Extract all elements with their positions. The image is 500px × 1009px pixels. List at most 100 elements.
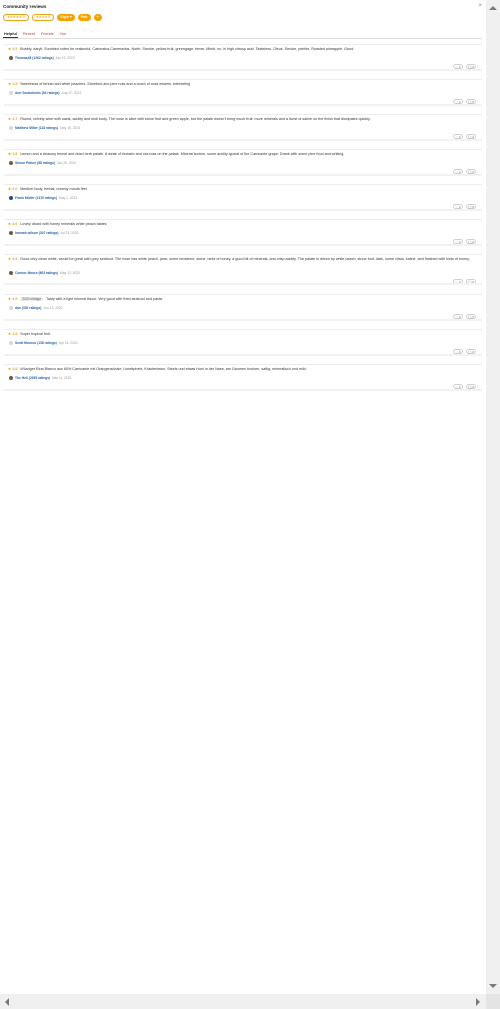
comment-button[interactable]: ◯ 0 [466,204,476,209]
reviewer-name[interactable]: hannah wilson (307 ratings) [15,231,58,235]
review-text-block: ★ 3.7 Round, velvety wine with oasis, aci… [8,117,474,123]
avatar[interactable] [9,126,13,130]
like-button[interactable]: ♡ 0 [453,349,463,354]
review-date: Apr 13, 2023 [55,56,75,60]
review-score: ★ 3.5 [8,297,18,301]
review-text: Bubbly, daryll. Sundried notes for realw… [20,47,355,51]
review-meta: hannah wilson (307 ratings) Jul 23, 2023 [9,231,78,235]
review-actions: ♡ 0 ◯ 0 [453,384,476,389]
style-filter-button[interactable]: Style ▾ [57,13,75,21]
review-actions: ♡ 0 ◯ 0 [453,134,476,139]
reviewer-name[interactable]: dan (352 ratings) [15,306,41,310]
reviewer-name[interactable]: Matthew Miller (118 ratings) [15,126,58,130]
like-button[interactable]: ♡ 0 [453,384,463,389]
review-actions: ♡ 0 ◯ 0 [453,314,476,319]
comment-button[interactable]: ◯ 0 [466,314,476,319]
review-text-block: ★ 3.8 Würziger Etna Bianco aus 60% Carric… [8,367,474,373]
review-score: ★ 3.7 [8,117,18,121]
tab-you[interactable]: You [59,31,67,38]
like-button[interactable]: ♡ 0 [453,134,463,139]
reviewer-name[interactable]: Simon Parker (88 ratings) [15,161,55,165]
scroll-left-icon[interactable] [5,998,9,1006]
scroll-right-icon[interactable] [476,998,480,1006]
add-filter-button[interactable]: + [93,13,102,21]
comment-button[interactable]: ◯ 0 [466,64,476,69]
like-button[interactable]: ♡ 0 [453,204,463,209]
review-date: May 18, 2023 [60,126,81,130]
reviewer-name[interactable]: Frank Müller (1376 ratings) [15,196,57,200]
avatar[interactable] [9,376,13,380]
star-icon: ★★★★★ [7,15,22,19]
like-button[interactable]: ♡ 0 [453,314,463,319]
avatar[interactable] [9,161,13,165]
tab-helpful[interactable]: Helpful [3,31,18,38]
scroll-up-icon[interactable] [489,6,497,10]
reviewer-name[interactable]: Ann Souksbehis (54 ratings) [15,91,60,95]
review-score: ★ 3.5 [8,152,18,156]
avatar[interactable] [9,341,13,345]
review-text: Lemon and a treasury fennel and dried he… [20,152,345,156]
avatar[interactable] [9,91,13,95]
reviewer-name[interactable]: The Heli (2455 ratings) [15,376,50,380]
review-text-block: ★ 4.0 Medium body, herbal, creamy mouth f… [8,187,474,193]
panel-header: Community reviews × [3,3,482,12]
review-text-block: ★ 2.5 Sweetness of fennel and white peach… [8,82,474,88]
avatar[interactable] [9,271,13,275]
like-button[interactable]: ♡ 0 [453,169,463,174]
rating-min-filter[interactable]: ★★★★★ 0 [3,13,29,21]
close-icon[interactable]: × [478,3,482,9]
review-text-block: ★ 3.5 Lemon and a treasury fennel and dri… [8,152,474,158]
comment-button[interactable]: ◯ 0 [466,169,476,174]
tab-friends[interactable]: Friends [40,31,55,38]
comment-button[interactable]: ◯ 0 [466,384,476,389]
rating-max-value: 0 [48,15,51,19]
review-text: Round, velvety wine with oasis, acidity … [20,117,371,121]
star-icon: ★★★★ [35,15,48,19]
review-item: ★ 3.0 Lovely dhard with honey minerals wh… [4,219,482,246]
review-score: ★ 3.5 [8,47,18,51]
review-date: Jul 23, 2023 [60,231,79,235]
reviewer-name[interactable]: Thomas48 (1262 ratings) [15,56,54,60]
comment-button[interactable]: ◯ 0 [466,239,476,244]
like-button[interactable]: ♡ 0 [453,279,463,284]
vintage-chip: 2020 vintage [20,297,44,302]
comment-button[interactable]: ◯ 0 [466,134,476,139]
like-button[interactable]: ♡ 0 [453,99,463,104]
review-actions: ♡ 0 ◯ 0 [453,279,476,284]
reviewer-name[interactable]: Connor Moore (863 ratings) [15,271,58,275]
comment-button[interactable]: ◯ 0 [466,279,476,284]
review-text: Lovely dhard with honey minerals white p… [20,222,107,226]
like-button[interactable]: ♡ 0 [453,239,463,244]
review-date: Apr 16, 2023 [58,341,78,345]
reviewer-name[interactable]: Scott Mooroo (138 ratings) [15,341,57,345]
review-score: ★ 4.5 [8,257,18,261]
pub-filter-button[interactable]: Pub [77,13,91,21]
review-date: Mar 11, 2023 [52,376,72,380]
scroll-down-icon[interactable] [489,984,497,988]
review-text: Sweetness of fennel and white peaches. S… [20,82,191,86]
review-text: Tasty with a light mineral flavor. Very … [46,297,163,301]
review-item: ★ 4.0 Medium body, herbal, creamy mouth f… [4,184,482,211]
like-button[interactable]: ♡ 0 [453,64,463,69]
review-actions: ♡ 0 ◯ 0 [453,239,476,244]
avatar[interactable] [9,56,13,60]
review-item: ★ 3.5 Super tropical fruit Scott Mooroo (1… [4,329,482,356]
vertical-scrollbar[interactable] [486,0,500,994]
review-meta: Matthew Miller (118 ratings) May 18, 2023 [9,126,80,130]
horizontal-scrollbar[interactable] [0,994,486,1009]
review-item: ★ 3.8 Würziger Etna Bianco aus 60% Carric… [4,364,482,391]
comment-button[interactable]: ◯ 0 [466,99,476,104]
review-item: ★ 3.5 2020 vintage Tasty with a light mine… [4,294,482,321]
review-text: Würziger Etna Bianco aus 60% Carricante … [20,367,307,371]
tab-recent[interactable]: Recent [22,31,36,38]
avatar[interactable] [9,306,13,310]
review-item: ★ 2.5 Sweetness of fennel and white peach… [4,79,482,106]
avatar[interactable] [9,231,13,235]
review-score: ★ 4.0 [8,187,18,191]
review-tabs: Helpful Recent Friends You [3,30,67,38]
review-text-block: ★ 4.5 Good very clean white, would be gre… [8,257,474,263]
avatar[interactable] [9,196,13,200]
rating-max-filter[interactable]: ★★★★ 0 [31,13,55,21]
review-text-block: ★ 3.5 2020 vintage Tasty with a light mine… [8,297,474,303]
comment-button[interactable]: ◯ 0 [466,349,476,354]
